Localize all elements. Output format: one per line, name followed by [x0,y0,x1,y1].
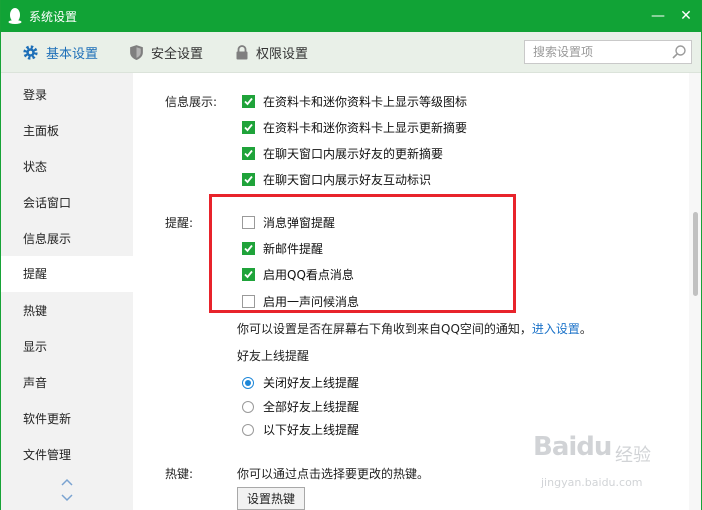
enter-settings-link[interactable]: 进入设置 [532,322,580,336]
radio-label: 全部好友上线提醒 [263,400,360,414]
radio-close-friend-online[interactable]: 关闭好友上线提醒 [242,374,359,391]
set-hotkeys-button[interactable]: 设置热键 [237,487,305,510]
sidebar-item-info-display[interactable]: 信息展示 [1,221,133,257]
qzone-notice: 你可以设置是否在屏幕右下角收到来自QQ空间的通知，进入设置。 [237,320,592,337]
sidebar-item-software-update[interactable]: 软件更新 [1,401,133,437]
scrollbar-thumb[interactable] [693,212,698,296]
search-input[interactable] [525,41,673,63]
close-button[interactable]: ✕ [676,6,696,26]
checkbox-label: 在聊天窗口内展示好友互动标识 [263,173,432,187]
radio-unselected-icon[interactable] [242,423,254,436]
radio-selected-icon[interactable] [242,376,254,389]
chevron-up-icon[interactable] [60,477,74,487]
info-display-section-label: 信息展示: [165,95,218,109]
friend-online-title: 好友上线提醒 [237,349,310,363]
radio-label: 关闭好友上线提醒 [263,376,360,390]
sidebar-item-sound[interactable]: 声音 [1,365,133,401]
qzone-notice-text: 你可以设置是否在屏幕右下角收到来自QQ空间的通知， [237,322,532,336]
watermark-brand-cn: 经验 [615,445,651,466]
checkbox-label: 在资料卡和迷你资料卡上显示等级图标 [263,95,468,109]
sidebar-item-file-management[interactable]: 文件管理 [1,437,133,473]
radio-label: 以下好友上线提醒 [263,423,360,437]
qq-penguin-icon [8,8,22,24]
settings-sidebar: 登录 主面板 状态 会话窗口 信息展示 提醒 热键 显示 声音 软件更新 文件管… [1,73,133,510]
sidebar-item-reminders[interactable]: 提醒 [1,256,133,292]
baidu-jingyan-watermark: Baidu 经验 jingyan.baidu.com [533,432,673,500]
sidebar-item-hotkeys[interactable]: 热键 [1,293,133,329]
radio-all-friends-online[interactable]: 全部好友上线提醒 [242,398,359,415]
shield-icon [130,45,143,60]
sidebar-item-status[interactable]: 状态 [1,149,133,185]
tab-permission-settings[interactable]: 权限设置 [235,32,308,73]
watermark-brand: Baidu [533,432,612,462]
tab-security-settings-label: 安全设置 [151,47,204,62]
tab-security-settings[interactable]: 安全设置 [129,32,203,73]
tab-basic-settings[interactable]: 基本设置 [22,32,98,73]
chevron-down-icon[interactable] [60,493,74,503]
sidebar-item-main-panel[interactable]: 主面板 [1,113,133,149]
lock-icon [236,45,248,60]
checkbox-show-level-icon[interactable]: 在资料卡和迷你资料卡上显示等级图标 [242,93,467,110]
checkbox-chat-friend-summary[interactable]: 在聊天窗口内展示好友的更新摘要 [242,145,443,162]
red-highlight-box [209,194,516,313]
checkbox-label: 在资料卡和迷你资料卡上显示更新摘要 [263,121,468,135]
qzone-notice-end: 。 [579,322,592,336]
sidebar-item-chat-window[interactable]: 会话窗口 [1,185,133,221]
title-bar[interactable]: 系统设置 — ✕ [1,0,701,32]
watermark-url: jingyan.baidu.com [541,476,643,489]
minimize-button[interactable]: — [648,6,668,26]
radio-unselected-icon[interactable] [242,400,254,413]
settings-tab-bar: 基本设置 安全设置 权限设置 [1,32,701,73]
content-scrollbar[interactable] [689,73,701,510]
hotkeys-section-label: 热键: [165,467,194,481]
checkbox-checked-icon[interactable] [242,173,255,186]
checkbox-checked-icon[interactable] [242,121,255,134]
tab-permission-settings-label: 权限设置 [256,47,309,62]
window-title: 系统设置 [29,10,78,24]
checkbox-checked-icon[interactable] [242,147,255,160]
sidebar-item-login[interactable]: 登录 [1,77,133,113]
reminders-section-label: 提醒: [165,216,194,230]
checkbox-label: 在聊天窗口内展示好友的更新摘要 [263,147,444,161]
gear-icon [23,45,38,60]
checkbox-show-update-summary[interactable]: 在资料卡和迷你资料卡上显示更新摘要 [242,119,467,136]
checkbox-checked-icon[interactable] [242,95,255,108]
sidebar-item-display[interactable]: 显示 [1,329,133,365]
radio-selected-friends-online[interactable]: 以下好友上线提醒 [242,421,359,438]
hotkeys-description: 你可以通过点击选择要更改的热键。 [237,467,430,481]
checkbox-chat-interaction-mark[interactable]: 在聊天窗口内展示好友互动标识 [242,171,431,188]
search-icon[interactable] [671,44,687,60]
tab-basic-settings-label: 基本设置 [46,47,99,62]
settings-search-box[interactable] [524,40,692,64]
